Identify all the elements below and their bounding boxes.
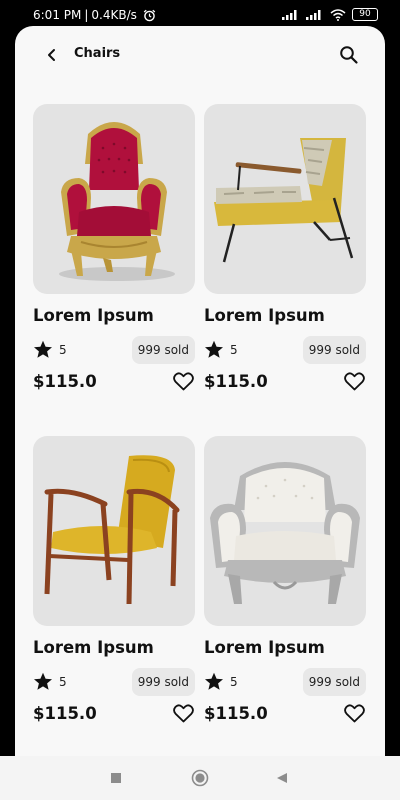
page-title: Chairs xyxy=(74,46,121,61)
product-image xyxy=(33,104,195,294)
sold-badge: 999 sold xyxy=(302,336,366,364)
square-recents-icon xyxy=(110,772,122,784)
favorite-button[interactable] xyxy=(342,702,366,724)
product-price: $115.0 xyxy=(204,704,268,723)
white-baroque-armchair xyxy=(210,462,360,604)
product-title: Lorem Ipsum xyxy=(204,638,325,657)
rating: 5 xyxy=(33,672,67,691)
network-speed: 0.4KB/s xyxy=(91,8,137,22)
yellow-wooden-armchair xyxy=(44,455,180,605)
rating: 5 xyxy=(204,340,238,359)
chevron-left-icon xyxy=(46,48,58,62)
product-card[interactable]: Lorem Ipsum 5 999 sold $115.0 xyxy=(204,104,366,404)
product-price: $115.0 xyxy=(33,372,97,391)
favorite-button[interactable] xyxy=(171,702,195,724)
search-button[interactable] xyxy=(337,43,361,67)
system-nav-bar xyxy=(0,756,400,800)
sold-badge: 999 sold xyxy=(302,668,366,696)
rating-value: 5 xyxy=(230,342,238,357)
back-button[interactable] xyxy=(41,44,63,66)
status-right: 90 xyxy=(282,8,378,21)
circle-home-icon xyxy=(191,769,209,787)
heart-icon xyxy=(172,371,194,391)
product-title: Lorem Ipsum xyxy=(33,306,154,325)
status-left: 6:01 PM | 0.4KB/s xyxy=(33,8,156,22)
product-title: Lorem Ipsum xyxy=(204,306,325,325)
product-title: Lorem Ipsum xyxy=(33,638,154,657)
product-image xyxy=(204,436,366,626)
rating-value: 5 xyxy=(230,674,238,689)
star-icon xyxy=(33,672,53,691)
home-button[interactable] xyxy=(190,768,210,788)
app-surface: Chairs Lorem Ipsum 5 999 sold $115.0 Lor… xyxy=(15,26,385,756)
heart-icon xyxy=(343,703,365,723)
screen: 6:01 PM | 0.4KB/s 90 Chairs Lorem Ipsum … xyxy=(0,0,400,800)
star-icon xyxy=(33,340,53,359)
star-icon xyxy=(204,672,224,691)
product-image xyxy=(33,436,195,626)
recents-button[interactable] xyxy=(106,768,126,788)
signal-icon-2 xyxy=(306,9,324,20)
rating: 5 xyxy=(33,340,67,359)
signal-icon xyxy=(282,9,300,20)
status-separator: | xyxy=(84,8,89,22)
rating: 5 xyxy=(204,672,238,691)
app-header: Chairs xyxy=(15,26,385,86)
product-price: $115.0 xyxy=(204,372,268,391)
sold-badge: 999 sold xyxy=(131,668,195,696)
back-nav-button[interactable] xyxy=(272,768,292,788)
favorite-button[interactable] xyxy=(342,370,366,392)
rating-value: 5 xyxy=(59,342,67,357)
battery-indicator: 90 xyxy=(352,8,378,21)
search-icon xyxy=(339,45,359,65)
status-time: 6:01 PM xyxy=(33,8,82,22)
product-price: $115.0 xyxy=(33,704,97,723)
product-card[interactable]: Lorem Ipsum 5 999 sold $115.0 xyxy=(33,436,195,736)
red-velvet-baroque-armchair xyxy=(59,122,175,281)
rating-value: 5 xyxy=(59,674,67,689)
heart-icon xyxy=(172,703,194,723)
sold-badge: 999 sold xyxy=(131,336,195,364)
mustard-lounge-chair xyxy=(214,138,354,263)
triangle-back-icon xyxy=(276,772,288,784)
star-icon xyxy=(204,340,224,359)
wifi-icon xyxy=(330,8,346,21)
alarm-icon xyxy=(143,9,156,22)
product-card[interactable]: Lorem Ipsum 5 999 sold $115.0 xyxy=(33,104,195,404)
product-card[interactable]: Lorem Ipsum 5 999 sold $115.0 xyxy=(204,436,366,736)
product-image xyxy=(204,104,366,294)
favorite-button[interactable] xyxy=(171,370,195,392)
heart-icon xyxy=(343,371,365,391)
